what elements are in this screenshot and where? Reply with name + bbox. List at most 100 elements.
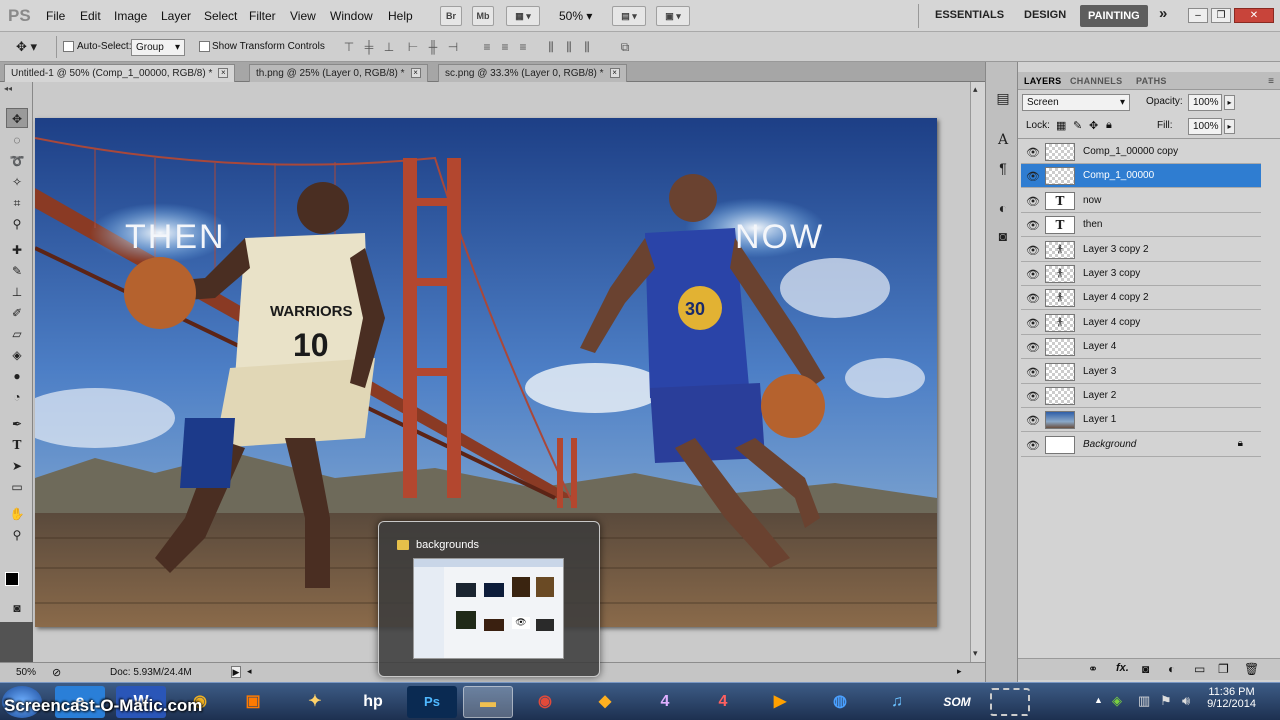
menu-filter[interactable]: Filter <box>249 9 276 23</box>
scroll-up-icon[interactable]: ▴ <box>973 84 978 95</box>
lock-all-icon[interactable]: 🔒︎ <box>1106 119 1112 132</box>
screencast-icon[interactable]: SOM <box>932 686 982 718</box>
layer-row[interactable]: 👁︎ Comp_1_00000 <box>1021 164 1261 189</box>
layer-row[interactable]: 👁︎ Background 🔒︎ <box>1021 432 1261 457</box>
panel-menu-icon[interactable]: ≡ <box>1268 76 1274 87</box>
menu-view[interactable]: View <box>290 9 316 23</box>
menu-select[interactable]: Select <box>204 9 237 23</box>
marquee-tool-icon[interactable]: ◌ <box>6 130 28 150</box>
menu-edit[interactable]: Edit <box>80 9 101 23</box>
add-mask-icon[interactable]: ◙ <box>1142 662 1149 676</box>
new-group-icon[interactable]: ▭ <box>1194 662 1205 676</box>
layer-row[interactable]: 👁︎ 𐀪 Layer 4 copy <box>1021 310 1261 335</box>
screen-mode-button[interactable]: ▣ ▾ <box>656 6 690 26</box>
system-clock[interactable]: 11:36 PM 9/12/2014 <box>1207 686 1256 710</box>
brush-tool-icon[interactable]: ✎ <box>6 261 28 281</box>
auto-select-checkbox[interactable] <box>63 41 74 52</box>
fx-icon[interactable]: fx. <box>1116 662 1129 674</box>
tray-volume-icon[interactable]: 🔊︎ <box>1182 693 1190 709</box>
itunes-icon[interactable]: ♫ <box>872 686 922 718</box>
zoom-level-dropdown[interactable]: 50% ▾ <box>559 9 592 23</box>
align-hcenter-icon[interactable]: ╫ <box>426 40 440 54</box>
minimize-icon[interactable]: – <box>1188 8 1208 23</box>
link-layers-icon[interactable]: ⚭ <box>1088 662 1098 676</box>
visibility-eye-icon[interactable]: 👁︎ <box>1026 292 1040 305</box>
close-tab-icon[interactable]: × <box>218 68 229 79</box>
align-left-icon[interactable]: ⊢ <box>406 40 420 54</box>
history-panel-icon[interactable]: ▤ <box>993 88 1013 108</box>
visibility-eye-icon[interactable]: 👁︎ <box>1026 390 1040 403</box>
eraser-tool-icon[interactable]: ▱ <box>6 324 28 344</box>
distribute-hcenter-icon[interactable]: ⫼ <box>562 40 576 54</box>
visibility-eye-icon[interactable]: 👁︎ <box>1026 244 1040 257</box>
clone-stamp-tool-icon[interactable]: ⊥ <box>6 282 28 302</box>
dodge-tool-icon[interactable]: ◔ <box>6 387 28 407</box>
align-right-icon[interactable]: ⊣ <box>446 40 460 54</box>
workspace-design[interactable]: DESIGN <box>1024 9 1066 21</box>
trash-icon[interactable]: 🗑︎ <box>1244 662 1259 676</box>
auto-select-dropdown[interactable]: Group ▾ <box>131 39 185 56</box>
type-tool-icon[interactable]: T <box>6 435 28 455</box>
align-bottom-icon[interactable]: ⊥ <box>382 40 396 54</box>
layer-row[interactable]: 👁︎ Layer 3 <box>1021 359 1261 384</box>
status-info-icon[interactable]: ⊘ <box>52 666 61 679</box>
align-top-icon[interactable]: ⊤ <box>342 40 356 54</box>
distribute-vcenter-icon[interactable]: ≡ <box>498 40 512 54</box>
healing-brush-tool-icon[interactable]: ✚ <box>6 240 28 260</box>
visibility-eye-icon[interactable]: 👁︎ <box>1026 268 1040 281</box>
menu-help[interactable]: Help <box>388 9 413 23</box>
tray-app-icon[interactable]: ◈ <box>1112 693 1122 709</box>
distribute-bottom-icon[interactable]: ≡ <box>516 40 530 54</box>
menu-layer[interactable]: Layer <box>161 9 191 23</box>
paragraph-panel-icon[interactable]: ¶ <box>993 158 1013 178</box>
more-workspaces-icon[interactable]: » <box>1159 5 1167 22</box>
app-icon[interactable]: 4 <box>698 686 748 718</box>
lasso-tool-icon[interactable]: ➰ <box>6 151 28 171</box>
visibility-eye-icon[interactable]: 👁︎ <box>1026 414 1040 427</box>
status-zoom[interactable]: 50% <box>16 667 36 678</box>
close-tab-icon[interactable]: × <box>609 68 620 79</box>
new-layer-icon[interactable]: ❐ <box>1218 662 1229 676</box>
tab-sc-png[interactable]: sc.png @ 33.3% (Layer 0, RGB/8) * × <box>438 64 627 82</box>
bridge-button[interactable]: Br <box>440 6 462 26</box>
fill-arrow-icon[interactable]: ▸ <box>1224 119 1235 134</box>
layer-row[interactable]: 👁︎ Tthen <box>1021 213 1261 238</box>
scroll-right-icon[interactable]: ▸ <box>957 666 962 677</box>
taskbar-preview-popup[interactable]: backgrounds 👁︎ <box>378 521 600 677</box>
blend-mode-dropdown[interactable]: Screen ▾ <box>1022 94 1130 111</box>
shape-tool-icon[interactable]: ▭ <box>6 477 28 497</box>
distribute-right-icon[interactable]: ⫼ <box>580 40 594 54</box>
scroll-down-icon[interactable]: ▾ <box>973 648 978 659</box>
visibility-eye-icon[interactable]: 👁︎ <box>1026 146 1040 159</box>
layer-row[interactable]: 👁︎ Tnow <box>1021 188 1261 213</box>
lock-position-icon[interactable]: ✥ <box>1089 119 1098 132</box>
menu-file[interactable]: File <box>46 9 65 23</box>
close-icon[interactable]: ✕ <box>1234 8 1274 23</box>
scroll-left-icon[interactable]: ◂ <box>247 666 252 677</box>
tab-untitled-1[interactable]: Untitled-1 @ 50% (Comp_1_00000, RGB/8) *… <box>4 64 236 82</box>
tab-layers[interactable]: LAYERS <box>1024 76 1061 90</box>
workspace-painting[interactable]: PAINTING <box>1080 5 1148 27</box>
layer-row[interactable]: 👁︎ 𐀪 Layer 4 copy 2 <box>1021 286 1261 311</box>
pen-tool-icon[interactable]: ✒ <box>6 414 28 434</box>
visibility-eye-icon[interactable]: 👁︎ <box>1026 170 1040 183</box>
snipping-icon[interactable] <box>990 688 1030 716</box>
layer-row[interactable]: 👁︎ 𐀪 Layer 3 copy <box>1021 262 1261 286</box>
explorer-taskbar-icon[interactable]: ▬ <box>463 686 513 718</box>
status-menu-arrow-icon[interactable]: ▶ <box>231 666 241 678</box>
move-tool-preset-icon[interactable]: ✥ ▾ <box>16 39 37 55</box>
lock-pixels-icon[interactable]: ✎ <box>1073 119 1082 132</box>
close-tab-icon[interactable]: × <box>410 68 421 79</box>
visibility-eye-icon[interactable]: 👁︎ <box>1026 195 1040 208</box>
visibility-eye-icon[interactable]: 👁︎ <box>1026 219 1040 232</box>
tab-paths[interactable]: PATHS <box>1136 76 1167 90</box>
tab-channels[interactable]: CHANNELS <box>1070 76 1122 90</box>
character-panel-icon[interactable]: A <box>993 130 1013 150</box>
distribute-left-icon[interactable]: ⫼ <box>544 40 558 54</box>
quick-mask-icon[interactable]: ◙ <box>6 598 28 618</box>
photoshop-taskbar-icon[interactable]: Ps <box>407 686 457 718</box>
tab-th-png[interactable]: th.png @ 25% (Layer 0, RGB/8) * × <box>249 64 428 82</box>
history-brush-tool-icon[interactable]: ✐ <box>6 303 28 323</box>
auto-align-icon[interactable]: ⧉ <box>618 40 632 54</box>
layer-row[interactable]: 👁︎ Layer 4 <box>1021 335 1261 360</box>
